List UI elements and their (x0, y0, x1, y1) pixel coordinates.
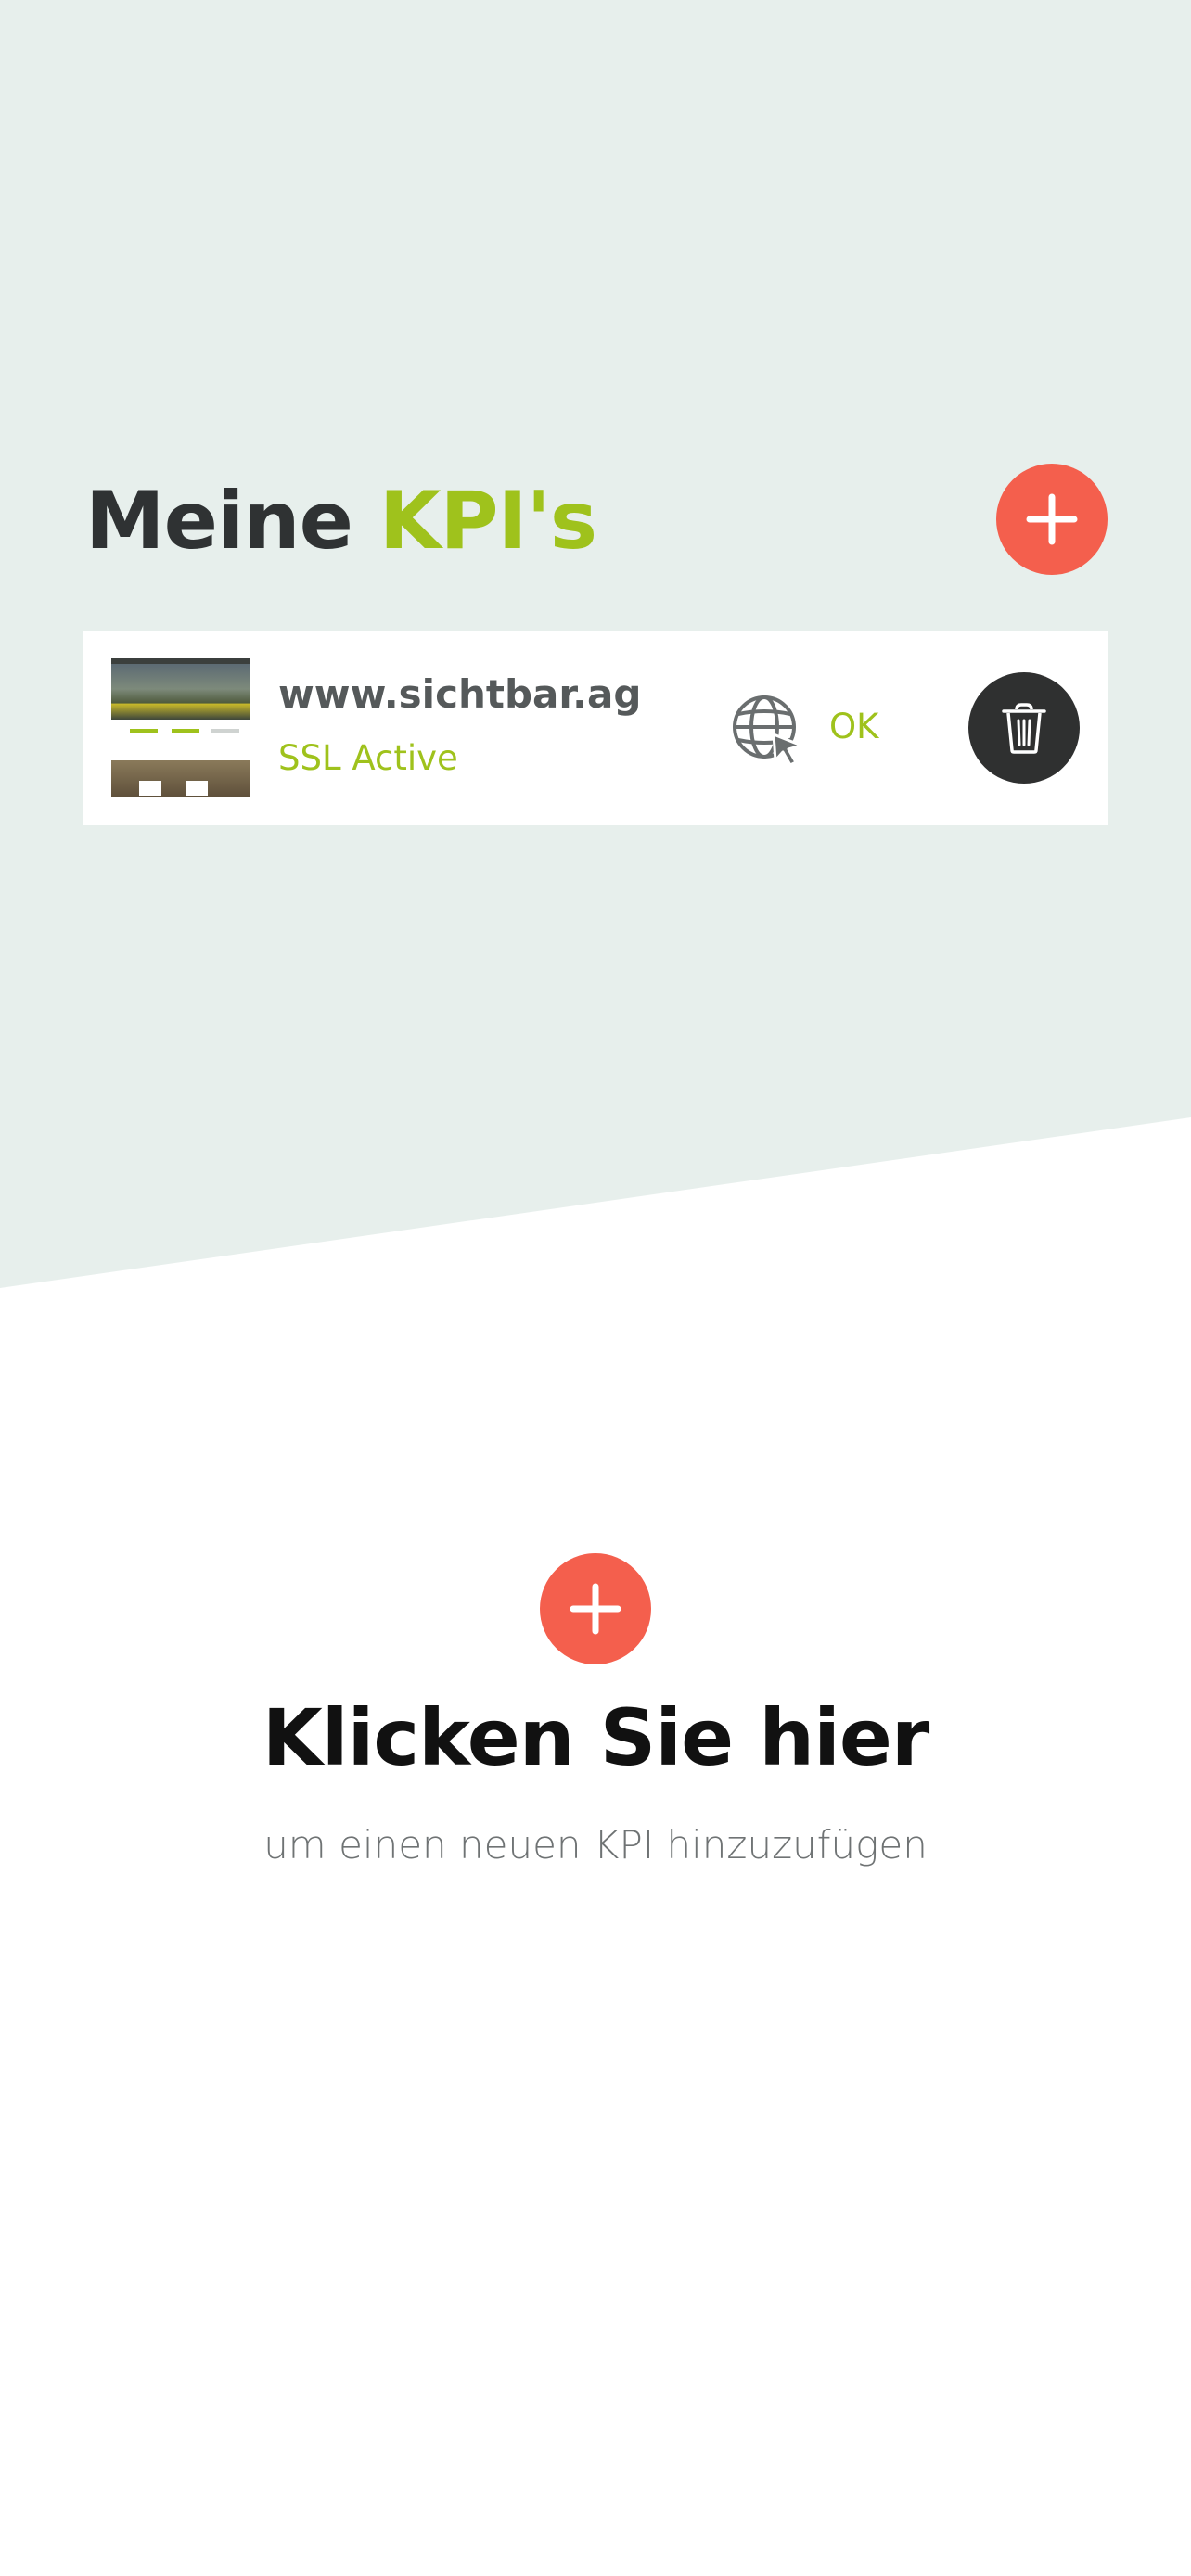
page-title-part1: Meine (85, 475, 379, 567)
ssl-status: SSL Active (278, 738, 458, 778)
site-thumbnail (111, 658, 250, 797)
page-title: Meine KPI's (85, 475, 597, 567)
site-name: www.sichtbar.ag (278, 671, 642, 717)
page-title-accent: KPI's (378, 475, 597, 567)
plus-icon (570, 1583, 621, 1635)
page: Meine KPI's www.sichtbar.ag SSL Active O… (0, 0, 1191, 2576)
globe-cursor-icon[interactable] (731, 694, 805, 768)
cta-title[interactable]: Klicken Sie hier (0, 1692, 1191, 1783)
plus-icon (1026, 493, 1078, 545)
kpi-card[interactable]: www.sichtbar.ag SSL Active OK (83, 631, 1108, 825)
kpi-header: Meine KPI's (85, 464, 1108, 584)
cta-subtitle: um einen neuen KPI hinzuzufügen (263, 1822, 928, 1868)
add-kpi-button[interactable] (996, 464, 1108, 575)
delete-kpi-button[interactable] (968, 672, 1080, 784)
add-kpi-cta[interactable]: Klicken Sie hier um einen neuen KPI hinz… (0, 1553, 1191, 1887)
trash-icon (1002, 703, 1046, 754)
cta-add-button[interactable] (540, 1553, 651, 1664)
status-ok: OK (829, 707, 879, 746)
